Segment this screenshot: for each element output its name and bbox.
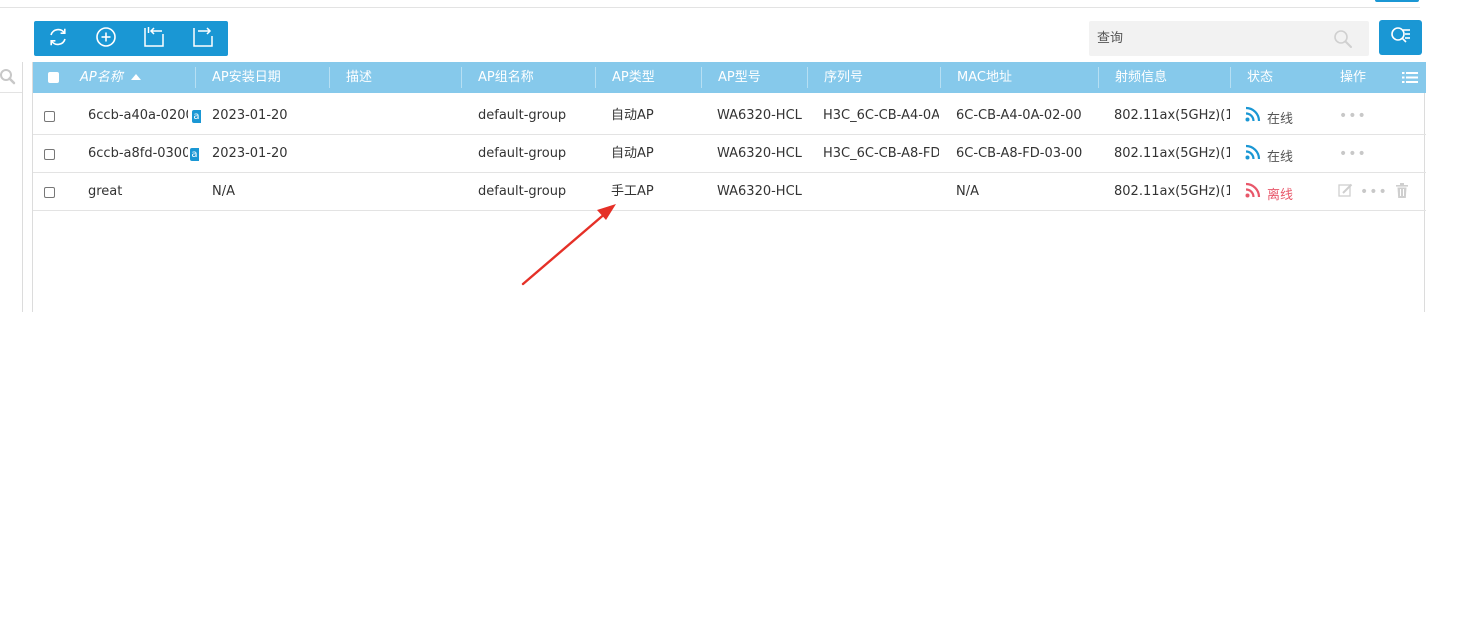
annotation-arrow [521,204,616,286]
